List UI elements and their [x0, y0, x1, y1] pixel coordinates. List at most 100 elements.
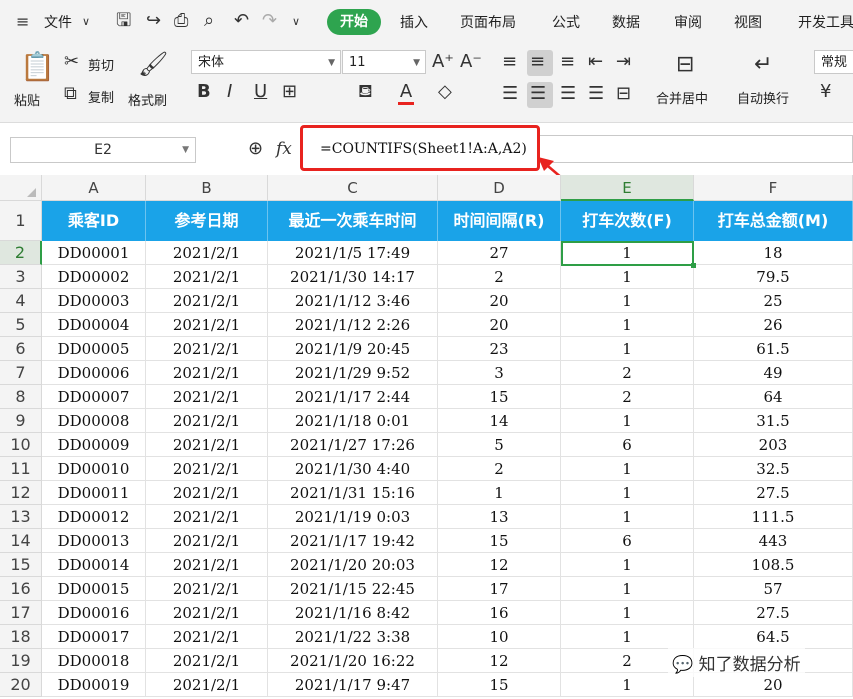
italic-icon[interactable]: I	[227, 82, 232, 102]
paste-button[interactable]: 粘贴	[14, 90, 40, 109]
table-cell[interactable]: DD00016	[42, 601, 146, 625]
table-cell[interactable]: 2021/2/1	[146, 385, 268, 409]
row-header-7[interactable]: 7	[0, 361, 42, 385]
distribute-icon[interactable]: ⊟	[616, 84, 631, 104]
table-cell[interactable]: DD00012	[42, 505, 146, 529]
export-icon[interactable]: ↪	[146, 11, 161, 31]
table-cell[interactable]: 2021/1/31 15:16	[268, 481, 438, 505]
justify-icon[interactable]: ☰	[588, 84, 604, 104]
fx-icon[interactable]: fx	[276, 139, 292, 159]
row-header-19[interactable]: 19	[0, 649, 42, 673]
row-header-12[interactable]: 12	[0, 481, 42, 505]
bold-icon[interactable]: B	[197, 82, 211, 102]
row-header-13[interactable]: 13	[0, 505, 42, 529]
table-cell[interactable]: 443	[694, 529, 853, 553]
row-header-10[interactable]: 10	[0, 433, 42, 457]
table-cell[interactable]: DD00004	[42, 313, 146, 337]
column-header-b[interactable]: B	[146, 175, 268, 201]
table-cell[interactable]: 20	[438, 313, 561, 337]
table-cell[interactable]: DD00003	[42, 289, 146, 313]
table-cell[interactable]: 2	[561, 385, 694, 409]
tab-developer[interactable]: 开发工具	[798, 12, 853, 32]
table-cell[interactable]: 15	[438, 529, 561, 553]
table-cell[interactable]: 1	[438, 481, 561, 505]
tab-page-layout[interactable]: 页面布局	[460, 12, 516, 32]
table-cell[interactable]: DD00002	[42, 265, 146, 289]
table-cell[interactable]: 25	[694, 289, 853, 313]
table-cell[interactable]: 2021/2/1	[146, 577, 268, 601]
row-header-16[interactable]: 16	[0, 577, 42, 601]
table-cell[interactable]: 1	[561, 577, 694, 601]
table-cell[interactable]: 1	[561, 313, 694, 337]
tab-review[interactable]: 审阅	[674, 12, 702, 32]
table-cell[interactable]: DD00011	[42, 481, 146, 505]
table-cell[interactable]: 2021/2/1	[146, 553, 268, 577]
row-header-5[interactable]: 5	[0, 313, 42, 337]
align-bottom-icon[interactable]: ≡	[560, 52, 575, 72]
table-cell[interactable]: DD00015	[42, 577, 146, 601]
table-cell[interactable]: 2021/1/15 22:45	[268, 577, 438, 601]
table-cell[interactable]: 16	[438, 601, 561, 625]
align-top-icon[interactable]: ≡	[502, 52, 517, 72]
table-cell[interactable]: 1	[561, 289, 694, 313]
format-painter-icon[interactable]: 🖌	[138, 50, 168, 78]
table-cell[interactable]: 2021/1/20 20:03	[268, 553, 438, 577]
table-cell[interactable]: 2021/2/1	[146, 481, 268, 505]
font-color-icon[interactable]: A	[398, 82, 414, 105]
tab-view[interactable]: 视图	[734, 12, 762, 32]
number-format-select[interactable]: 常规	[814, 50, 853, 74]
table-cell[interactable]: 2021/1/22 3:38	[268, 625, 438, 649]
table-cell[interactable]: 2021/1/17 9:47	[268, 673, 438, 697]
header-total-amount-m[interactable]: 打车总金额(M)	[694, 201, 853, 241]
table-cell[interactable]: 2021/2/1	[146, 337, 268, 361]
row-header-15[interactable]: 15	[0, 553, 42, 577]
column-header-f[interactable]: F	[694, 175, 853, 201]
table-cell[interactable]: 20	[438, 289, 561, 313]
table-cell[interactable]: 15	[438, 385, 561, 409]
column-header-e[interactable]: E	[561, 175, 694, 201]
table-cell[interactable]: DD00017	[42, 625, 146, 649]
row-header-1[interactable]: 1	[0, 201, 42, 241]
row-header-3[interactable]: 3	[0, 265, 42, 289]
table-cell[interactable]: 14	[438, 409, 561, 433]
tab-data[interactable]: 数据	[612, 12, 640, 32]
indent-increase-icon[interactable]: ⇥	[616, 52, 631, 72]
table-cell[interactable]: 2021/2/1	[146, 289, 268, 313]
row-header-11[interactable]: 11	[0, 457, 42, 481]
table-cell[interactable]: 2021/1/17 2:44	[268, 385, 438, 409]
row-header-18[interactable]: 18	[0, 625, 42, 649]
table-cell[interactable]: 2021/1/17 19:42	[268, 529, 438, 553]
table-cell[interactable]: 6	[561, 529, 694, 553]
font-size-select[interactable]: 11 ▼	[342, 50, 426, 74]
table-cell[interactable]: 27.5	[694, 601, 853, 625]
table-cell[interactable]: DD00014	[42, 553, 146, 577]
table-cell[interactable]: 2021/2/1	[146, 649, 268, 673]
table-cell[interactable]: DD00007	[42, 385, 146, 409]
table-cell[interactable]: 2021/1/29 9:52	[268, 361, 438, 385]
table-cell[interactable]: 49	[694, 361, 853, 385]
table-cell[interactable]: 2021/2/1	[146, 505, 268, 529]
column-header-d[interactable]: D	[438, 175, 561, 201]
align-right-icon[interactable]: ☰	[560, 84, 576, 104]
decrease-font-icon[interactable]: A⁻	[460, 52, 482, 72]
table-cell[interactable]: 1	[561, 601, 694, 625]
table-cell[interactable]: 1	[561, 241, 694, 265]
table-cell[interactable]: 3	[438, 361, 561, 385]
copy-button[interactable]: 复制	[88, 87, 114, 106]
table-cell[interactable]: 108.5	[694, 553, 853, 577]
table-cell[interactable]: 12	[438, 649, 561, 673]
table-cell[interactable]: DD00009	[42, 433, 146, 457]
table-cell[interactable]: 18	[694, 241, 853, 265]
wrap-text-icon[interactable]: ↵	[754, 52, 772, 78]
row-header-4[interactable]: 4	[0, 289, 42, 313]
table-cell[interactable]: 2021/2/1	[146, 265, 268, 289]
row-header-17[interactable]: 17	[0, 601, 42, 625]
tab-formulas[interactable]: 公式	[552, 12, 580, 32]
table-cell[interactable]: 2021/2/1	[146, 313, 268, 337]
formula-input[interactable]: =COUNTIFS(Sheet1!A:A,A2)	[320, 141, 527, 157]
table-cell[interactable]: 2	[561, 361, 694, 385]
merge-center-button[interactable]: 合并居中	[656, 88, 708, 107]
format-painter-button[interactable]: 格式刷	[128, 90, 167, 109]
table-cell[interactable]: 2021/2/1	[146, 601, 268, 625]
clear-format-icon[interactable]: ◇	[438, 82, 452, 102]
